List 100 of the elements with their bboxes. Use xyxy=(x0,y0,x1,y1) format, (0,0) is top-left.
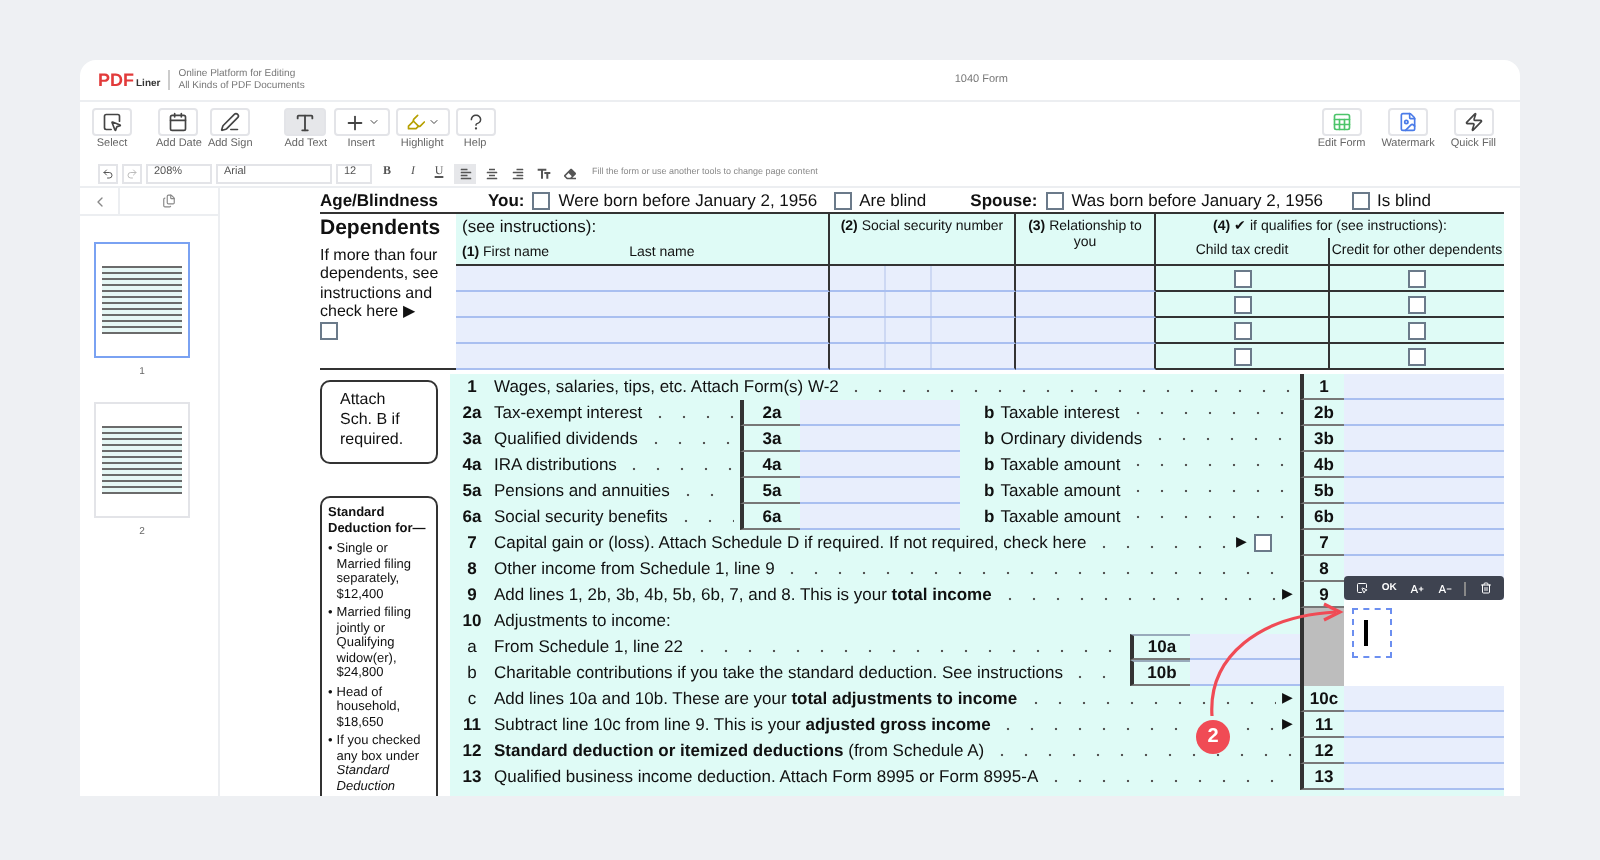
line-text: Qualified dividends xyxy=(494,430,638,448)
checkbox[interactable] xyxy=(1351,191,1370,209)
line-letter: b xyxy=(984,430,995,448)
checkbox[interactable] xyxy=(1233,269,1251,287)
amount-field[interactable] xyxy=(1190,660,1300,686)
text-increase-icon[interactable] xyxy=(1409,581,1424,595)
line-number: 7 xyxy=(465,534,479,552)
amount-field[interactable] xyxy=(1344,426,1504,452)
relationship-field[interactable] xyxy=(1016,344,1156,370)
line-number: 6a xyxy=(460,508,484,526)
amount-field[interactable] xyxy=(1344,530,1504,556)
text-input-box[interactable] xyxy=(1352,608,1392,658)
eraser-icon xyxy=(563,167,575,179)
select-icon[interactable] xyxy=(1356,582,1369,594)
amount-field[interactable] xyxy=(800,400,960,426)
relationship-field[interactable] xyxy=(1016,318,1156,344)
name-field[interactable] xyxy=(456,318,830,344)
line-number: 12 xyxy=(460,742,484,760)
ssn-field[interactable] xyxy=(830,318,1016,344)
amount-field[interactable] xyxy=(800,504,960,530)
line-number-box: 8 xyxy=(1300,556,1344,582)
text-line-icon xyxy=(535,165,551,181)
checkbox[interactable] xyxy=(1408,295,1426,313)
checkbox-label: Is blind xyxy=(1377,191,1431,209)
checkbox[interactable] xyxy=(1045,191,1064,209)
ssn-field[interactable] xyxy=(830,344,1016,370)
line-number-box: 11 xyxy=(1300,712,1344,738)
line-text: IRA distributions xyxy=(494,456,617,474)
amount-field[interactable] xyxy=(1344,478,1504,504)
line-number-box: 6b xyxy=(1300,504,1344,530)
line-number: b xyxy=(465,664,479,682)
checkbox[interactable] xyxy=(1408,269,1426,287)
table-icon xyxy=(1331,112,1352,132)
line-text: From Schedule 1, line 22 xyxy=(494,638,683,656)
line-text: Standard deduction or itemized deductions (from Schedule A) xyxy=(494,742,985,760)
line-text: Social security benefits xyxy=(494,508,668,526)
relationship-field[interactable] xyxy=(1016,292,1156,318)
ssn-field[interactable] xyxy=(830,266,1016,292)
amount-field[interactable] xyxy=(1344,686,1504,712)
line-text: Qualified business income deduction. Attach Form 8995 or Form 8995-A xyxy=(494,768,1039,786)
page-thumbnail[interactable] xyxy=(94,242,190,358)
checkbox[interactable] xyxy=(1408,321,1426,339)
checkbox[interactable] xyxy=(833,191,852,209)
select-icon xyxy=(102,112,122,132)
line-text: Taxable amount xyxy=(1000,482,1121,500)
checkbox[interactable] xyxy=(1233,295,1251,313)
line-number-box: 7 xyxy=(1300,530,1344,556)
line-text: Ordinary dividends xyxy=(1000,430,1143,448)
amount-field[interactable] xyxy=(1344,504,1504,530)
undo-button[interactable] xyxy=(98,163,118,183)
delete-icon[interactable] xyxy=(1479,582,1492,594)
line-text: Other income from Schedule 1, line 9 xyxy=(494,560,775,578)
checkbox[interactable] xyxy=(1233,321,1251,339)
line-number: 11 xyxy=(461,716,483,734)
column-header: (see instructions): xyxy=(462,218,599,235)
ssn-field[interactable] xyxy=(830,292,1016,318)
text-icon xyxy=(294,111,317,133)
align-center-icon xyxy=(485,167,497,179)
amount-field[interactable] xyxy=(1344,400,1504,426)
checkbox[interactable] xyxy=(1254,534,1272,552)
line-number-box: 1 xyxy=(1300,374,1344,400)
highlighter-icon xyxy=(405,112,426,132)
calendar-icon xyxy=(168,112,189,132)
amount-field[interactable] xyxy=(1344,764,1504,790)
line-letter: b xyxy=(984,404,995,422)
checkbox[interactable] xyxy=(1233,347,1251,365)
amount-field[interactable] xyxy=(800,478,960,504)
line-text: Add lines 1, 2b, 3b, 4b, 5b, 6b, 7, and 8. This is your total income xyxy=(494,586,992,604)
line-text: Adjustments to income: xyxy=(494,612,673,630)
line-number: a xyxy=(465,638,479,656)
checkbox[interactable] xyxy=(1408,347,1426,365)
amount-field[interactable] xyxy=(800,452,960,478)
text-decrease-icon[interactable] xyxy=(1437,581,1452,595)
section-label: Age/Blindness xyxy=(320,191,441,209)
line-text: Wages, salaries, tips, etc. Attach Form(s) W-2 xyxy=(494,378,839,396)
line-number: 5a xyxy=(460,482,484,500)
shaded-cell xyxy=(1300,660,1344,686)
amount-field[interactable] xyxy=(800,426,960,452)
amount-field[interactable] xyxy=(1344,738,1504,764)
name-field[interactable] xyxy=(456,266,830,292)
line-text: Pensions and annuities xyxy=(494,482,670,500)
amount-field[interactable] xyxy=(1190,634,1300,660)
checkbox[interactable] xyxy=(532,191,551,209)
line-number: c xyxy=(465,690,479,708)
amount-field[interactable] xyxy=(1344,452,1504,478)
line-number: 13 xyxy=(460,768,484,786)
caret-icon xyxy=(367,116,380,128)
line-number-box: 4b xyxy=(1300,452,1344,478)
document-icon xyxy=(1398,112,1419,132)
name-field[interactable] xyxy=(456,344,830,370)
amount-field[interactable] xyxy=(1344,374,1504,400)
undo-icon xyxy=(102,167,114,179)
caret-icon xyxy=(427,116,440,128)
field-label: Spouse: xyxy=(970,191,1038,209)
relationship-field[interactable] xyxy=(1016,266,1156,292)
format-button[interactable] xyxy=(454,163,476,183)
name-field[interactable] xyxy=(456,292,830,318)
line-text: Subtract line 10c from line 9. This is your adjusted gross income xyxy=(494,716,991,734)
amount-field[interactable] xyxy=(1344,712,1504,738)
checkbox[interactable] xyxy=(320,321,338,339)
